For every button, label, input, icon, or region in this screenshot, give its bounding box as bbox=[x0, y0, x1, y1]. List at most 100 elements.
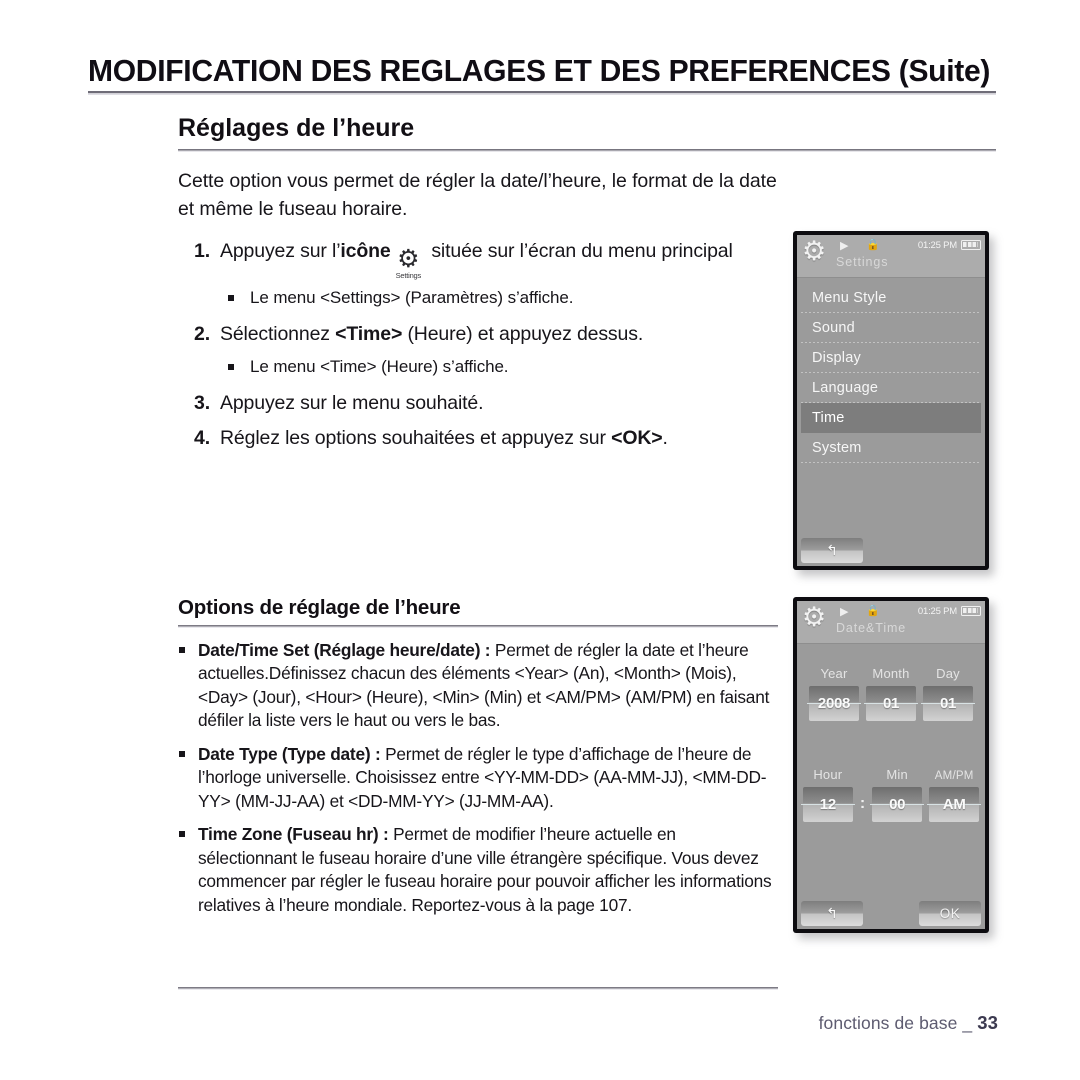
menu-item-display[interactable]: Display bbox=[801, 343, 981, 373]
step-4-bold: <OK> bbox=[611, 426, 663, 449]
step-1-number: 1. bbox=[194, 240, 210, 263]
step-2-number: 2. bbox=[194, 322, 210, 345]
page-footer: fonctions de base _ 33 bbox=[819, 1012, 998, 1034]
menu-item-label: System bbox=[812, 440, 862, 456]
datetime-statusbar: ⚙ ▶ 🔒 01:25 PM Date&Time bbox=[797, 601, 985, 644]
instructions-column: Cette option vous permet de régler la da… bbox=[178, 168, 778, 459]
play-icon: ▶ bbox=[840, 606, 849, 618]
settings-screen: ⚙ ▶ 🔒 01:25 PM Settings Menu Style Sound… bbox=[797, 235, 985, 566]
min-label: Min bbox=[886, 767, 908, 782]
ampm-value-box[interactable]: AM bbox=[927, 787, 982, 822]
settings-gear-icon: ⚙ Settings bbox=[395, 245, 422, 280]
settings-screen-title: Settings bbox=[836, 255, 889, 269]
menu-item-system[interactable]: System bbox=[801, 433, 981, 463]
ok-button-label: OK bbox=[939, 906, 961, 921]
ampm-spinner[interactable]: AM/PM AM bbox=[927, 770, 982, 822]
menu-item-language[interactable]: Language bbox=[801, 373, 981, 403]
day-value-box[interactable]: 01 bbox=[921, 686, 975, 721]
min-value-box[interactable]: 00 bbox=[870, 787, 925, 822]
ampm-value: AM bbox=[942, 796, 966, 813]
play-icon: ▶ bbox=[840, 240, 849, 252]
page-title: MODIFICATION DES REGLAGES ET DES PREFERE… bbox=[88, 54, 991, 88]
step-4-text-before: Réglez les options souhaitées et appuyez… bbox=[220, 426, 612, 449]
time-spinner-row: Hour 12 : Min 00 AM/PM AM bbox=[797, 767, 985, 822]
settings-menu-list: Menu Style Sound Display Language Time S… bbox=[797, 278, 985, 463]
hour-value: 12 bbox=[819, 796, 836, 813]
gear-icon: ⚙ bbox=[802, 236, 827, 266]
option-2-term: Date Type (Type date) : bbox=[198, 743, 381, 764]
ok-button[interactable]: OK bbox=[919, 901, 981, 926]
time-colon-separator: : bbox=[859, 795, 866, 812]
menu-item-label: Time bbox=[812, 410, 845, 426]
options-divider bbox=[178, 625, 778, 628]
menu-item-label: Sound bbox=[812, 320, 855, 336]
year-value-box[interactable]: 2008 bbox=[807, 686, 861, 721]
back-arrow-icon: ↰ bbox=[826, 905, 838, 921]
back-button[interactable]: ↰ bbox=[801, 538, 863, 563]
option-time-zone: Time Zone (Fuseau hr) : Permet de modifi… bbox=[178, 823, 778, 917]
year-value: 2008 bbox=[817, 695, 851, 712]
options-section: Options de réglage de l’heure Date/Time … bbox=[178, 596, 778, 927]
date-spinner-row: Year 2008 Month 01 Day 01 bbox=[797, 666, 985, 721]
options-list: Date/Time Set (Réglage heure/date) : Per… bbox=[178, 639, 778, 918]
ampm-label: AM/PM bbox=[934, 770, 974, 782]
device-screenshot-settings: ⚙ ▶ 🔒 01:25 PM Settings Menu Style Sound… bbox=[793, 231, 989, 570]
back-button[interactable]: ↰ bbox=[801, 901, 863, 926]
day-spinner[interactable]: Day 01 bbox=[921, 666, 975, 721]
step-1-text-after: située sur l’écran du menu principal bbox=[426, 240, 733, 263]
step-4: 4. Réglez les options souhaitées et appuy… bbox=[178, 424, 778, 452]
gear-icon-caption: Settings bbox=[395, 270, 422, 280]
step-3: 3. Appuyez sur le menu souhaité. bbox=[178, 389, 778, 417]
step-2-text-after: (Heure) et appuyez dessus. bbox=[402, 322, 644, 345]
steps-list: 1. Appuyez sur l’icône ⚙ Settings située su… bbox=[178, 237, 778, 452]
step-3-text: Appuyez sur le menu souhaité. bbox=[220, 391, 484, 414]
min-value: 00 bbox=[889, 796, 906, 813]
battery-icon bbox=[961, 240, 981, 250]
step-2-bold: <Time> bbox=[335, 322, 403, 345]
section-heading-block: Réglages de l’heure bbox=[178, 113, 996, 152]
back-arrow-icon: ↰ bbox=[826, 542, 838, 558]
device-screenshot-datetime: ⚙ ▶ 🔒 01:25 PM Date&Time Year 2008 Month… bbox=[793, 597, 989, 933]
hour-label: Hour bbox=[813, 767, 843, 782]
min-spinner[interactable]: Min 00 bbox=[870, 767, 925, 822]
option-date-type: Date Type (Type date) : Permet de régler… bbox=[178, 743, 778, 814]
battery-icon bbox=[961, 606, 981, 616]
step-1: 1. Appuyez sur l’icône ⚙ Settings située su… bbox=[178, 237, 778, 279]
step-1-subnote: Le menu <Settings> (Paramètres) s’affich… bbox=[220, 286, 778, 310]
menu-item-time[interactable]: Time bbox=[801, 403, 981, 433]
step-1-bold: icône bbox=[340, 240, 391, 263]
datetime-softkey-bar: ↰ OK bbox=[797, 899, 985, 929]
section-title: Réglages de l’heure bbox=[178, 114, 415, 142]
gear-icon: ⚙ bbox=[802, 602, 827, 632]
status-time: 01:25 PM bbox=[917, 240, 957, 251]
menu-item-label: Display bbox=[812, 350, 861, 366]
datetime-screen: ⚙ ▶ 🔒 01:25 PM Date&Time Year 2008 Month… bbox=[797, 601, 985, 929]
option-1-term: Date/Time Set (Réglage heure/date) : bbox=[198, 639, 491, 660]
bottom-divider bbox=[178, 987, 778, 990]
menu-item-menu-style[interactable]: Menu Style bbox=[801, 283, 981, 313]
datetime-screen-title: Date&Time bbox=[836, 621, 907, 635]
menu-item-label: Language bbox=[812, 380, 879, 396]
gear-glyph: ⚙ bbox=[397, 245, 420, 274]
footer-label: fonctions de base _ bbox=[818, 1013, 973, 1033]
step-4-number: 4. bbox=[194, 426, 210, 449]
menu-item-label: Menu Style bbox=[812, 290, 887, 306]
day-value: 01 bbox=[939, 695, 957, 712]
month-value-box[interactable]: 01 bbox=[864, 686, 918, 721]
hour-value-box[interactable]: 12 bbox=[800, 787, 855, 822]
hour-spinner[interactable]: Hour 12 bbox=[800, 767, 855, 822]
step-3-number: 3. bbox=[194, 391, 210, 414]
step-2: 2. Sélectionnez <Time> (Heure) et appuyez… bbox=[178, 320, 778, 348]
menu-item-sound[interactable]: Sound bbox=[801, 313, 981, 343]
header-divider bbox=[88, 91, 996, 96]
step-1-text-before: Appuyez sur l’ bbox=[220, 240, 341, 263]
year-spinner[interactable]: Year 2008 bbox=[807, 666, 861, 721]
year-label: Year bbox=[820, 666, 848, 681]
option-date-time-set: Date/Time Set (Réglage heure/date) : Per… bbox=[178, 639, 778, 733]
month-spinner[interactable]: Month 01 bbox=[864, 666, 918, 721]
options-heading: Options de réglage de l’heure bbox=[178, 596, 461, 619]
settings-softkey-bar: ↰ bbox=[797, 536, 985, 566]
lock-icon: 🔒 bbox=[866, 239, 880, 251]
step-2-text-before: Sélectionnez bbox=[220, 322, 336, 345]
settings-statusbar: ⚙ ▶ 🔒 01:25 PM Settings bbox=[797, 235, 985, 278]
